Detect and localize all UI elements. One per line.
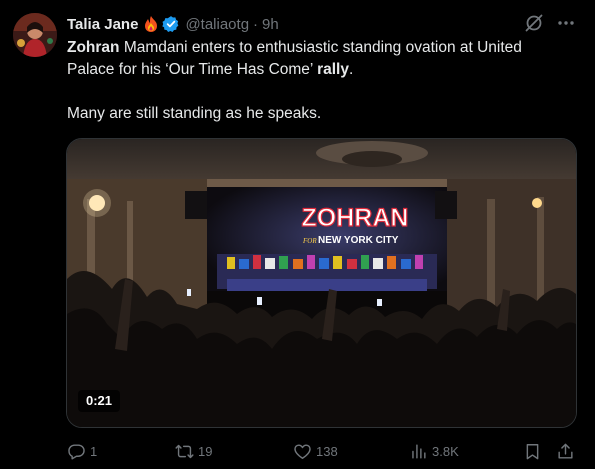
reply-count: 1 [90,443,98,459]
share-icon [558,443,573,459]
like-button[interactable]: 138 [293,440,338,462]
reply-icon [68,443,85,459]
video-sign-for: FOR [302,237,317,245]
text-bold-rally: rally [317,61,349,78]
views-button[interactable]: 3.8K [409,440,459,462]
separator-dot: · [253,15,259,33]
author-name[interactable]: Talia Jane [67,16,138,33]
share-button[interactable] [556,440,575,462]
more-icon[interactable] [556,13,576,33]
reply-button[interactable]: 1 [67,440,97,462]
video-sign-city: NEW YORK CITY [318,235,399,246]
views-icon [412,443,426,459]
bookmark-button[interactable] [523,440,542,462]
video-duration: 0:21 [78,390,121,412]
retweet-count: 19 [198,443,213,459]
like-icon [294,443,311,459]
text-bold-name: Zohran [67,39,120,56]
tweet-header: Talia Jane @taliaotg · 9h [67,14,279,34]
video-player[interactable]: ZOHRAN FOR NEW YORK CITY [66,138,577,428]
avatar[interactable] [13,13,57,57]
views-count: 3.8K [432,443,459,459]
text-period: . [348,61,354,78]
retweet-icon [175,444,194,458]
tweet-paragraph-2: Many are still standing as he speaks. [67,105,322,122]
tweet-text: Zohran Mamdani enters to enthusiastic st… [67,37,572,125]
action-bar: 1 19 138 3.8K [67,440,577,462]
tweet-paragraph-1: Zohran Mamdani enters to enthusiastic st… [67,37,572,81]
tweet[interactable]: Talia Jane @taliaotg · 9h Zohran Mamdani… [0,0,595,469]
author-handle[interactable]: @taliaotg [185,16,249,33]
fire-emoji-icon [143,15,159,33]
grok-icon[interactable] [524,13,544,33]
bookmark-icon [526,443,539,459]
retweet-button[interactable]: 19 [175,440,212,462]
tweet-time[interactable]: 9h [262,16,279,33]
text-segment: Mamdani enters to enthusiastic standing … [67,39,522,78]
video-sign-main: ZOHRAN [302,204,409,232]
verified-badge-icon [162,15,180,33]
like-count: 138 [316,443,338,459]
